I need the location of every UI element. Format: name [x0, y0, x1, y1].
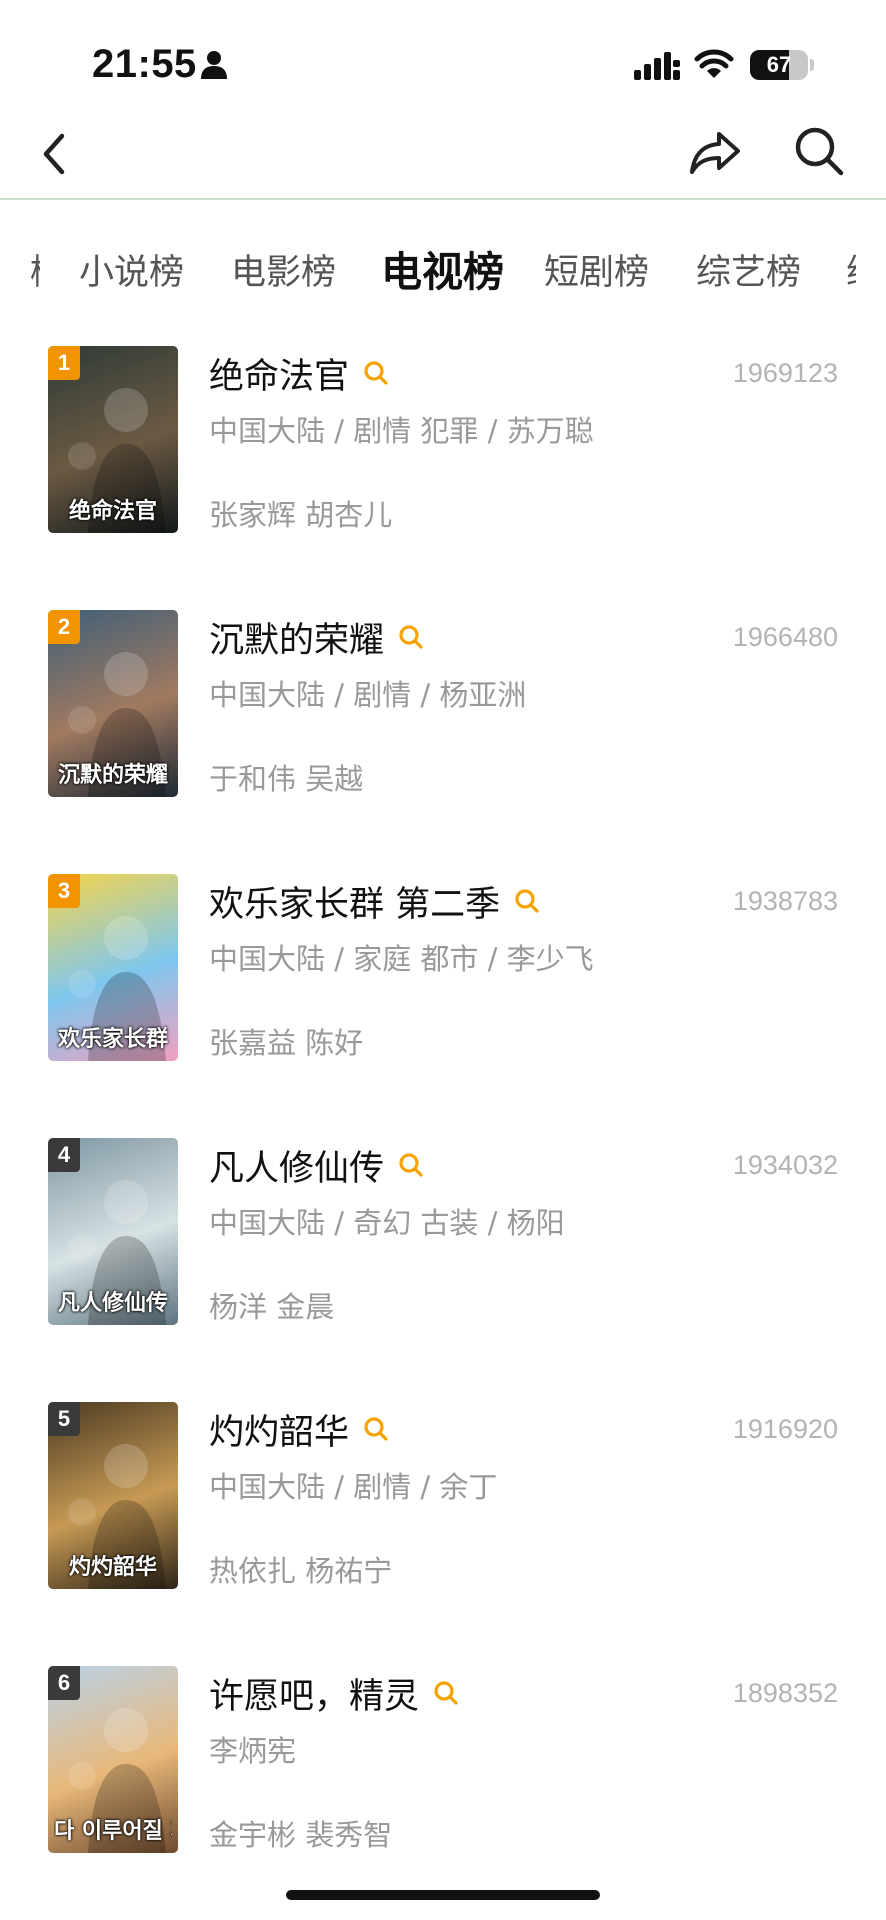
- item-cast: 张嘉益 陈好: [209, 1026, 364, 1060]
- item-title-row[interactable]: 凡人修仙传: [209, 1140, 424, 1190]
- list-item[interactable]: 다 이루어질 지니 6 许愿吧，精灵 1898352 李炳宪 金宇彬 裴秀智: [0, 1666, 886, 1854]
- item-title-row[interactable]: 绝命法官: [209, 348, 389, 398]
- tab-movie[interactable]: 电影榜: [231, 244, 336, 295]
- cellular-signal-icon: [634, 52, 680, 80]
- item-title[interactable]: 沉默的荣耀: [209, 612, 384, 663]
- item-cast: 于和伟 吴越: [209, 762, 364, 796]
- list-item[interactable]: 绝命法官 1 绝命法官 1969123 中国大陆 / 剧情 犯罪 / 苏万聪 张…: [0, 346, 886, 534]
- tab-partial-left[interactable]: 榜: [30, 244, 40, 295]
- poster-image[interactable]: 灼灼韶华 5: [48, 1402, 178, 1589]
- ranking-tabs: 榜 小说榜 电影榜 电视榜 短剧榜 综艺榜 综: [0, 230, 886, 310]
- person-icon: [201, 51, 227, 79]
- search-icon[interactable]: [363, 1416, 389, 1442]
- search-icon[interactable]: [433, 1680, 459, 1706]
- poster-image[interactable]: 绝命法官 1: [48, 346, 178, 533]
- tab-variety[interactable]: 综艺榜: [696, 244, 801, 295]
- item-score: 1934032: [732, 1150, 838, 1180]
- poster-image[interactable]: 沉默的荣耀 2: [48, 610, 178, 797]
- item-score: 1916920: [732, 1414, 838, 1444]
- item-score: 1898352: [732, 1678, 838, 1708]
- item-cast: 张家辉 胡杏儿: [209, 498, 393, 532]
- item-title[interactable]: 灼灼韶华: [209, 1404, 349, 1455]
- battery-nub: [810, 59, 814, 71]
- list-item[interactable]: 灼灼韶华 5 灼灼韶华 1916920 中国大陆 / 剧情 / 余丁 热依扎 杨…: [0, 1402, 886, 1590]
- tab-partial-right[interactable]: 综: [846, 244, 856, 295]
- poster-title-text: 绝命法官: [68, 499, 157, 524]
- poster-image[interactable]: 凡人修仙传 4: [48, 1138, 178, 1325]
- rank-badge: 3: [48, 874, 80, 908]
- rank-badge: 6: [48, 1666, 80, 1700]
- item-title[interactable]: 许愿吧，精灵: [209, 1668, 419, 1719]
- item-meta: 中国大陆 / 奇幻 古装 / 杨阳: [209, 1206, 565, 1240]
- poster-title-text: 欢乐家长群: [57, 1027, 168, 1052]
- poster-image[interactable]: 다 이루어질 지니 6: [48, 1666, 178, 1853]
- list-item[interactable]: 沉默的荣耀 2 沉默的荣耀 1966480 中国大陆 / 剧情 / 杨亚洲 于和…: [0, 610, 886, 798]
- search-icon[interactable]: [398, 624, 424, 650]
- item-cast: 热依扎 杨祐宁: [209, 1554, 393, 1588]
- item-score: 1938783: [732, 886, 838, 916]
- item-meta: 中国大陆 / 剧情 / 余丁: [209, 1470, 498, 1504]
- item-meta: 李炳宪: [209, 1734, 297, 1768]
- item-title-row[interactable]: 灼灼韶华: [209, 1404, 389, 1454]
- poster-title-text: 沉默的荣耀: [57, 763, 168, 788]
- poster-image[interactable]: 欢乐家长群 3: [48, 874, 178, 1061]
- status-time: 21:55: [92, 42, 197, 86]
- poster-title-text: 凡人修仙传: [57, 1291, 168, 1316]
- item-meta: 中国大陆 / 剧情 / 杨亚洲: [209, 678, 527, 712]
- poster-title-text: 灼灼韶华: [68, 1555, 157, 1580]
- rank-badge: 1: [48, 346, 80, 380]
- poster-title-text: 다 이루어질 지니: [54, 1819, 172, 1844]
- rank-badge: 2: [48, 610, 80, 644]
- tab-short-drama[interactable]: 短剧榜: [544, 244, 649, 295]
- tab-tv[interactable]: 电视榜: [381, 238, 504, 298]
- item-cast: 杨洋 金晨: [209, 1290, 335, 1324]
- tab-novel[interactable]: 小说榜: [79, 244, 184, 295]
- list-item[interactable]: 凡人修仙传 4 凡人修仙传 1934032 中国大陆 / 奇幻 古装 / 杨阳 …: [0, 1138, 886, 1326]
- item-title-row[interactable]: 欢乐家长群 第二季: [209, 876, 540, 926]
- wifi-icon: [694, 49, 734, 78]
- item-title[interactable]: 欢乐家长群 第二季: [209, 876, 500, 927]
- item-meta: 中国大陆 / 家庭 都市 / 李少飞: [209, 942, 594, 976]
- home-indicator: [286, 1890, 600, 1900]
- item-title-row[interactable]: 许愿吧，精灵: [209, 1668, 459, 1718]
- item-title-row[interactable]: 沉默的荣耀: [209, 612, 424, 662]
- item-score: 1969123: [732, 358, 838, 388]
- item-cast: 金宇彬 裴秀智: [209, 1818, 393, 1852]
- item-meta: 中国大陆 / 剧情 犯罪 / 苏万聪: [209, 414, 594, 448]
- list-item[interactable]: 欢乐家长群 3 欢乐家长群 第二季 1938783 中国大陆 / 家庭 都市 /…: [0, 874, 886, 1062]
- battery-level-text: 67: [766, 52, 792, 77]
- back-chevron-icon[interactable]: [30, 124, 80, 184]
- rank-badge: 5: [48, 1402, 80, 1436]
- status-bar: 21:55 67: [0, 0, 886, 110]
- search-icon[interactable]: [363, 360, 389, 386]
- share-icon[interactable]: [686, 122, 744, 180]
- item-title[interactable]: 绝命法官: [209, 348, 349, 399]
- rank-badge: 4: [48, 1138, 80, 1172]
- item-title[interactable]: 凡人修仙传: [209, 1140, 384, 1191]
- search-icon[interactable]: [514, 888, 540, 914]
- search-icon[interactable]: [790, 122, 848, 180]
- nav-bar: [0, 110, 886, 200]
- item-score: 1966480: [732, 622, 838, 652]
- search-icon[interactable]: [398, 1152, 424, 1178]
- battery-icon: 67: [750, 50, 808, 80]
